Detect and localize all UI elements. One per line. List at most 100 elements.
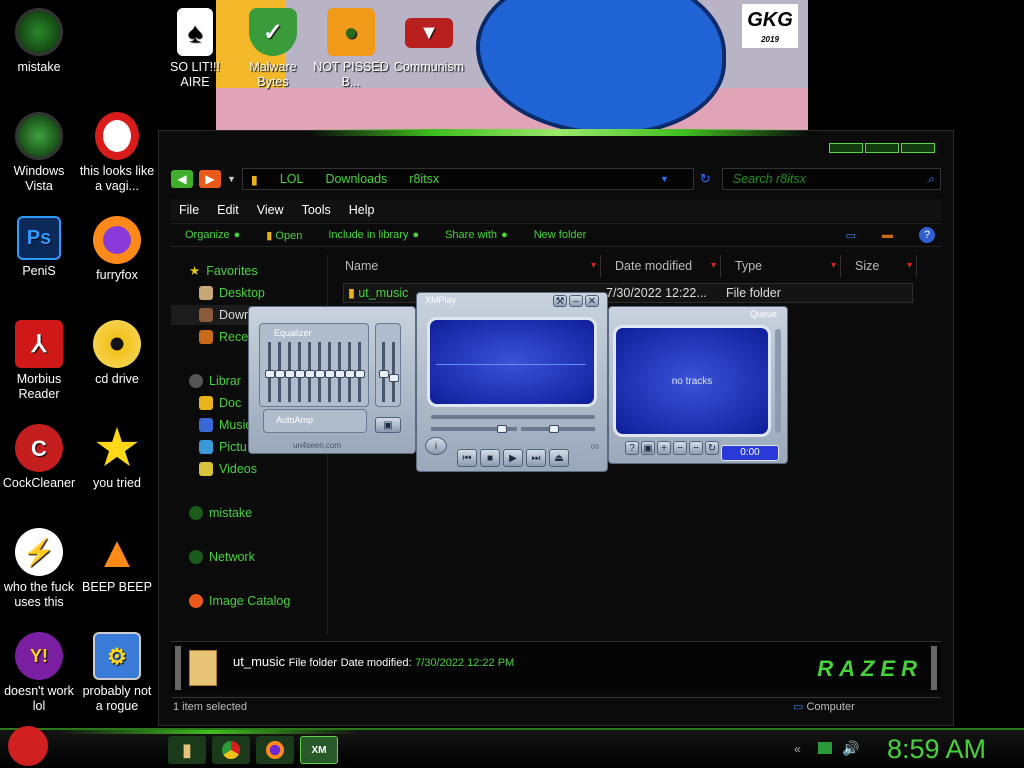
play-button[interactable]: ▶ — [503, 449, 523, 467]
address-bar[interactable]: ▮ LOL Downloads r8itsx ▼ — [241, 168, 694, 190]
details-right-bar — [931, 646, 937, 690]
breadcrumb-r8itsx[interactable]: r8itsx — [409, 172, 439, 186]
desktop-icon-beep-beep[interactable]: ▲ BEEP BEEP — [78, 528, 156, 595]
nav-pictures[interactable]: Pictu — [199, 437, 247, 457]
desktop-icon-doesnt-work[interactable]: Y! doesn't work lol — [0, 632, 78, 714]
desktop-icon-so-lit-aire[interactable]: ♠ SO LIT!!! AIRE — [156, 8, 234, 90]
volume-slider[interactable] — [392, 342, 395, 402]
share-with-button[interactable]: Share with ● — [445, 229, 508, 241]
volume-knob[interactable] — [497, 425, 507, 433]
command-bar: Organize ● ▮ Open Include in library ● Sha… — [171, 223, 941, 247]
address-dropdown-icon[interactable]: ▼ — [660, 174, 669, 184]
menu-tools[interactable]: Tools — [302, 199, 331, 221]
search-input[interactable]: Search r8itsx ⌕ — [721, 168, 941, 190]
taskbar-firefox[interactable] — [256, 736, 294, 764]
eject-button[interactable]: ⏏ — [549, 449, 569, 467]
queue-save-icon[interactable]: ▣ — [641, 441, 655, 455]
nav-image-catalog[interactable]: Image Catalog — [189, 591, 290, 611]
info-button[interactable]: i — [425, 437, 447, 455]
nav-mistake[interactable]: mistake — [189, 503, 252, 523]
desktop-icon-you-tried[interactable]: ★ you tried — [78, 424, 156, 491]
queue-controls: ? ▣ + − − ↻ — [625, 441, 719, 455]
taskbar-explorer[interactable]: ▮ — [168, 736, 206, 764]
start-button-angry-bird-icon[interactable] — [8, 726, 48, 766]
queue-help-icon[interactable]: ? — [625, 441, 639, 455]
desktop-icon-furryfox[interactable]: furryfox — [78, 216, 156, 283]
column-size[interactable]: Size — [841, 255, 917, 277]
nav-favorites[interactable]: ★ Favorites — [189, 261, 258, 281]
desktop-icon-cd-drive[interactable]: cd drive — [78, 320, 156, 387]
menu-file[interactable]: File — [179, 199, 199, 221]
desktop-icon-morbius-reader[interactable]: ⅄ Morbius Reader — [0, 320, 78, 402]
queue-remove-icon[interactable]: − — [673, 441, 687, 455]
breadcrumb-downloads[interactable]: Downloads — [325, 172, 387, 186]
next-button[interactable]: ⏭ — [526, 449, 546, 467]
stop-button[interactable]: ■ — [480, 449, 500, 467]
queue-loop-icon[interactable]: ↻ — [705, 441, 719, 455]
desktop-icon-probably-not-a-rogue[interactable]: ⚙ probably not a rogue — [78, 632, 156, 714]
nav-desktop[interactable]: Desktop — [199, 283, 265, 303]
nav-downloads[interactable]: Down — [171, 305, 251, 325]
recent-places-icon — [199, 330, 213, 344]
balance-knob[interactable] — [549, 425, 559, 433]
xmplay-close-icon[interactable]: ✕ — [585, 295, 599, 307]
repeat-icon[interactable]: ∞ — [590, 439, 599, 453]
taskbar-chrome[interactable] — [212, 736, 250, 764]
desktop-icon-malware-bytes[interactable]: ✓ Malware Bytes — [234, 8, 312, 90]
help-icon[interactable]: ? — [919, 227, 935, 243]
network-tray-icon[interactable] — [818, 742, 832, 754]
nav-recent[interactable]: Rece — [199, 327, 248, 347]
breadcrumb-lol[interactable]: LOL — [280, 172, 304, 186]
menu-edit[interactable]: Edit — [217, 199, 239, 221]
xmplay-options-icon[interactable]: ⚒ — [553, 295, 567, 307]
clock[interactable]: 8:59 AM — [887, 734, 986, 765]
nav-libraries[interactable]: Librar — [189, 371, 241, 391]
queue-add-icon[interactable]: + — [657, 441, 671, 455]
organize-button[interactable]: Organize ● — [185, 229, 240, 241]
preview-pane-icon[interactable]: ▬ — [882, 229, 893, 241]
nav-documents[interactable]: Doc — [199, 393, 241, 413]
desktop-icon-penis[interactable]: Ps PeniS — [0, 216, 78, 279]
desktop-icon-mistake[interactable]: mistake — [0, 8, 78, 75]
maximize-button[interactable] — [865, 143, 899, 153]
desktop-icon-cockcleaner[interactable]: C CockCleaner — [0, 424, 78, 491]
queue-clear-icon[interactable]: − — [689, 441, 703, 455]
previous-button[interactable]: ⏮ — [457, 449, 477, 467]
time-display: 0:00 — [721, 445, 779, 461]
column-type[interactable]: Type — [721, 255, 841, 277]
seek-bar[interactable] — [431, 415, 595, 419]
xmplay-title-buttons: ⚒ – ✕ — [553, 295, 599, 307]
minimize-button[interactable] — [829, 143, 863, 153]
back-button[interactable]: ◀ — [171, 170, 193, 188]
volume-tray-icon[interactable]: 🔊 — [842, 740, 859, 757]
chrome-icon — [222, 741, 240, 759]
refresh-icon[interactable]: ↻ — [700, 171, 716, 187]
include-in-library-button[interactable]: Include in library ● — [328, 229, 419, 241]
desktop-icon-who-uses-this[interactable]: ⚡ who the fuck uses this — [0, 528, 78, 610]
nav-music[interactable]: Music — [199, 415, 252, 435]
desktop-icon-windows-vista[interactable]: Windows Vista — [0, 112, 78, 194]
yahoo-icon: Y! — [15, 632, 63, 680]
desktop-icon-not-pissed[interactable]: ● NOT PISSED B... — [312, 8, 390, 90]
save-preset-icon[interactable]: ▣ — [375, 417, 401, 433]
open-button[interactable]: ▮ Open — [266, 229, 302, 242]
xmplay-minimize-icon[interactable]: – — [569, 295, 583, 307]
desktop-icon-communism[interactable]: ▼ Communism — [390, 8, 468, 75]
menu-help[interactable]: Help — [349, 199, 375, 221]
new-folder-button[interactable]: New folder — [534, 229, 587, 241]
history-dropdown-icon[interactable]: ▼ — [227, 174, 236, 184]
nav-network[interactable]: Network — [189, 547, 255, 567]
column-name[interactable]: Name — [331, 255, 601, 277]
column-date-modified[interactable]: Date modified — [601, 255, 721, 277]
queue-list[interactable]: no tracks — [613, 325, 771, 437]
show-hidden-icons[interactable]: « — [794, 742, 801, 756]
taskbar-xmplay[interactable]: XM — [300, 736, 338, 764]
queue-scrollbar[interactable] — [775, 329, 781, 433]
forward-button[interactable]: ▶ — [199, 170, 221, 188]
view-options-icon[interactable]: ▭ — [846, 229, 856, 242]
desktop-icon-opera[interactable]: this looks like a vagi... — [78, 112, 156, 194]
close-button[interactable] — [901, 143, 935, 153]
nav-videos[interactable]: Videos — [199, 459, 257, 479]
autoamp-box[interactable]: AutoAmp — [263, 409, 367, 433]
menu-view[interactable]: View — [257, 199, 284, 221]
